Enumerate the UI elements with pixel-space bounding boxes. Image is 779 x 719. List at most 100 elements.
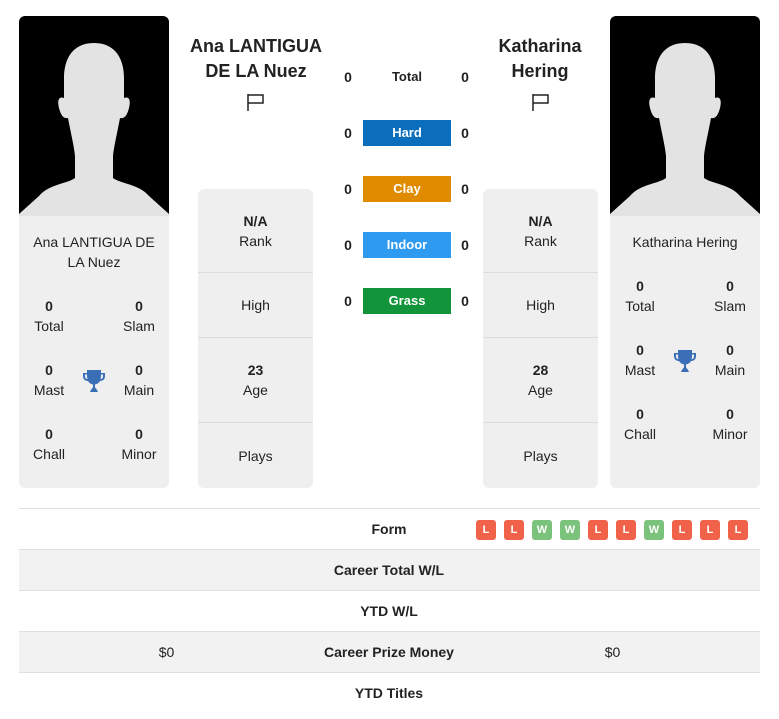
avatar (19, 16, 169, 216)
form-badge-loss[interactable]: L (700, 520, 720, 540)
surface-right-count: 0 (461, 237, 469, 253)
player-card-name: Ana LANTIGUA DE LA Nuez (33, 234, 155, 270)
title-value: 0 (636, 406, 644, 422)
trophy-icon (83, 370, 105, 392)
avatar-silhouette-icon (610, 16, 760, 216)
table-row: YTD W/L (19, 591, 760, 632)
form-badge-loss[interactable]: L (588, 520, 608, 540)
info-rank: N/A Rank (198, 189, 313, 273)
avatar-silhouette-icon (19, 16, 169, 216)
form-badges: LLWWLLWLLL (476, 520, 748, 540)
title-value: 0 (45, 298, 53, 314)
rank-value: N/A (528, 212, 553, 229)
trophy-icon (674, 350, 696, 372)
high-label: High (241, 297, 270, 313)
title-total: 0 Total (19, 296, 79, 336)
surface-row-grass: 0 Grass 0 (335, 288, 480, 314)
row-label: YTD Titles (354, 685, 424, 701)
player-name-right[interactable]: Katharina Hering (470, 34, 610, 84)
player-name-left[interactable]: Ana LANTIGUA DE LA Nuez (186, 34, 326, 84)
title-value: 0 (135, 298, 143, 314)
form-badge-win[interactable]: W (644, 520, 664, 540)
rank-label: Rank (239, 232, 272, 249)
title-label: Chall (33, 446, 65, 462)
high-label: High (526, 297, 555, 313)
player-info-right: N/A Rank High 28 Age Plays (483, 189, 598, 488)
title-value: 0 (45, 426, 53, 442)
table-row: Career Total W/L (19, 550, 760, 591)
title-value: 0 (135, 362, 143, 378)
row-label: Career Total W/L (333, 562, 445, 578)
title-label: Total (625, 298, 655, 314)
form-badge-win[interactable]: W (560, 520, 580, 540)
surface-pill-indoor[interactable]: Indoor (363, 232, 451, 258)
form-label: Form (371, 521, 407, 537)
comparison-table: Form LLWWLLWLLL Career Total W/L YTD W/L… (19, 508, 760, 714)
surface-right-count: 0 (461, 69, 469, 85)
surface-left-count: 0 (344, 69, 352, 85)
title-main: 0 Main (700, 340, 760, 380)
surface-pill-grass[interactable]: Grass (363, 288, 451, 314)
right-value: $0 (604, 644, 621, 660)
age-value: 23 (247, 362, 264, 378)
player-card-name: Katharina Hering (632, 234, 738, 250)
age-label: Age (528, 382, 553, 398)
surface-left-count: 0 (344, 237, 352, 253)
title-total: 0 Total (610, 276, 670, 316)
form-badge-win[interactable]: W (532, 520, 552, 540)
title-value: 0 (726, 406, 734, 422)
form-badge-loss[interactable]: L (616, 520, 636, 540)
form-row: Form LLWWLLWLLL (19, 509, 760, 550)
surface-left-count: 0 (344, 293, 352, 309)
title-slam: 0 Slam (109, 296, 169, 336)
surface-left-count: 0 (344, 181, 352, 197)
title-minor: 0 Minor (700, 404, 760, 444)
age-value: 28 (532, 362, 549, 378)
title-value: 0 (636, 342, 644, 358)
title-label: Chall (624, 426, 656, 442)
form-badge-loss[interactable]: L (476, 520, 496, 540)
form-badge-loss[interactable]: L (504, 520, 524, 540)
player-info-left: N/A Rank High 23 Age Plays (198, 189, 313, 488)
flag-icon (247, 94, 264, 111)
surface-label-total: Total (391, 69, 423, 84)
info-age: 28 Age (483, 338, 598, 423)
surface-left-count: 0 (344, 125, 352, 141)
surface-row-hard: 0 Hard 0 (335, 120, 480, 146)
info-plays: Plays (483, 423, 598, 488)
info-plays: Plays (198, 423, 313, 488)
plays-label: Plays (523, 447, 558, 464)
info-high: High (483, 273, 598, 338)
title-label: Mast (33, 382, 65, 398)
age-label: Age (243, 382, 268, 398)
info-high: High (198, 273, 313, 338)
title-label: Slam (714, 298, 746, 314)
surface-pill-clay[interactable]: Clay (363, 176, 451, 202)
title-mast: 0 Mast (19, 360, 79, 400)
table-row: YTD Titles (19, 673, 760, 714)
table-row: $0 Career Prize Money $0 (19, 632, 760, 673)
title-value: 0 (726, 342, 734, 358)
title-value: 0 (135, 426, 143, 442)
title-label: Main (123, 382, 155, 398)
rank-label: Rank (524, 232, 557, 249)
surface-row-indoor: 0 Indoor 0 (335, 232, 480, 258)
title-chall: 0 Chall (610, 404, 670, 444)
title-main: 0 Main (109, 360, 169, 400)
title-label: Mast (624, 362, 656, 378)
title-label: Total (34, 318, 64, 334)
title-slam: 0 Slam (700, 276, 760, 316)
surface-row-total: 0 Total 0 (335, 64, 480, 90)
avatar (610, 16, 760, 216)
rank-value: N/A (243, 212, 268, 229)
surface-pill-hard[interactable]: Hard (363, 120, 451, 146)
info-rank: N/A Rank (483, 189, 598, 273)
form-badge-loss[interactable]: L (728, 520, 748, 540)
title-label: Slam (123, 318, 155, 334)
info-age: 23 Age (198, 338, 313, 423)
form-badge-loss[interactable]: L (672, 520, 692, 540)
title-mast: 0 Mast (610, 340, 670, 380)
surface-right-count: 0 (461, 125, 469, 141)
title-minor: 0 Minor (109, 424, 169, 464)
surface-row-clay: 0 Clay 0 (335, 176, 480, 202)
